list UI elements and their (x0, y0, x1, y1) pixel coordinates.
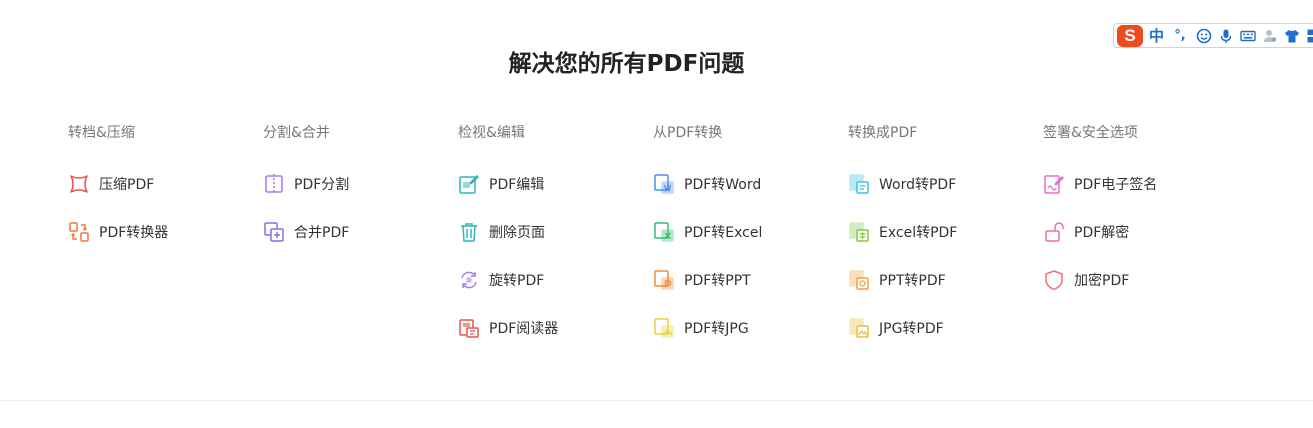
tool-label: 压缩PDF (99, 177, 155, 193)
tool-label: Excel转PDF (879, 225, 958, 241)
convert-icon (68, 221, 90, 243)
tool-column: 分割&合并 PDF分割合并PDF (263, 122, 453, 269)
split-icon (263, 173, 285, 195)
ime-punctuation-toggle[interactable]: °, (1170, 26, 1190, 46)
microphone-icon[interactable] (1217, 26, 1234, 46)
tool-link[interactable]: 合并PDF (263, 221, 453, 243)
tool-link[interactable]: PDF阅读器 (458, 317, 648, 339)
tool-link[interactable]: 旋转PDF (458, 269, 648, 291)
tool-link[interactable]: PDF转JPG (653, 317, 843, 339)
column-title: 签署&安全选项 (1043, 125, 1138, 141)
tool-label: PDF编辑 (489, 177, 545, 193)
compress-icon (68, 173, 90, 195)
unlock-icon (1043, 221, 1065, 243)
jpg-to-pdf-icon (848, 317, 870, 339)
tool-link[interactable]: PDF转Word (653, 173, 843, 195)
tool-column: 转换成PDF Word转PDF Excel转PDF PPT转PDF JPG转PDF (848, 122, 1038, 365)
reader-icon (458, 317, 480, 339)
tool-link[interactable]: PDF转Excel (653, 221, 843, 243)
keyboard-icon[interactable] (1239, 26, 1256, 46)
tool-label: PDF分割 (294, 177, 350, 193)
tool-label: PDF转PPT (684, 273, 751, 289)
tool-link[interactable]: PPT转PDF (848, 269, 1038, 291)
edit-icon (458, 173, 480, 195)
tool-label: Word转PDF (879, 177, 957, 193)
column-title: 转换成PDF (848, 125, 918, 141)
toolbox-grid-icon[interactable] (1305, 26, 1313, 46)
page: S 中 °, 解决您的所有PDF问题 转档&压缩 压缩PDF PDF转换器 分割&合并… (0, 0, 1313, 428)
tool-label: 加密PDF (1074, 273, 1130, 289)
tool-label: PPT转PDF (879, 273, 946, 289)
column-title: 从PDF转换 (653, 125, 723, 141)
tool-label: 删除页面 (489, 225, 545, 241)
pdf-to-excel-icon (653, 221, 675, 243)
ppt-to-pdf-icon (848, 269, 870, 291)
tool-link[interactable]: 删除页面 (458, 221, 648, 243)
rotate-icon (458, 269, 480, 291)
tool-label: PDF电子签名 (1074, 177, 1158, 193)
tool-link[interactable]: Word转PDF (848, 173, 1038, 195)
word-to-pdf-icon (848, 173, 870, 195)
pdf-to-ppt-icon (653, 269, 675, 291)
tool-link[interactable]: PDF电子签名 (1043, 173, 1233, 195)
tool-link[interactable]: PDF编辑 (458, 173, 648, 195)
signature-icon (1043, 173, 1065, 195)
column-title: 分割&合并 (263, 125, 330, 141)
tool-column: 签署&安全选项 PDF电子签名 PDF解密加密PDF (1043, 122, 1233, 317)
tool-label: PDF转换器 (99, 225, 169, 241)
merge-icon (263, 221, 285, 243)
tool-label: PDF阅读器 (489, 321, 559, 337)
tool-label: 合并PDF (294, 225, 350, 241)
tool-label: PDF解密 (1074, 225, 1130, 241)
shield-icon (1043, 269, 1065, 291)
tool-link[interactable]: PDF分割 (263, 173, 453, 195)
tool-column: 转档&压缩压缩PDF PDF转换器 (68, 122, 258, 269)
column-title: 转档&压缩 (68, 125, 135, 141)
user-icon[interactable] (1261, 26, 1278, 46)
tool-link[interactable]: Excel转PDF (848, 221, 1038, 243)
section-divider (0, 400, 1313, 401)
tool-label: 旋转PDF (489, 273, 545, 289)
tool-label: PDF转Word (684, 177, 762, 193)
page-title: 解决您的所有PDF问题 (508, 51, 745, 77)
trash-icon (458, 221, 480, 243)
tool-link[interactable]: 加密PDF (1043, 269, 1233, 291)
column-title: 检视&编辑 (458, 125, 525, 141)
tool-link[interactable]: PDF转换器 (68, 221, 258, 243)
tool-label: PDF转JPG (684, 321, 749, 337)
tool-label: PDF转Excel (684, 225, 763, 241)
tool-link[interactable]: PDF转PPT (653, 269, 843, 291)
tool-link[interactable]: JPG转PDF (848, 317, 1038, 339)
tool-label: JPG转PDF (879, 321, 944, 337)
tool-column: 从PDF转换 PDF转Word PDF转Excel PDF转PPT PDF转JPG (653, 122, 843, 365)
ime-language-toggle[interactable]: 中 (1148, 26, 1165, 46)
tool-link[interactable]: 压缩PDF (68, 173, 258, 195)
pdf-to-word-icon (653, 173, 675, 195)
tool-link[interactable]: PDF解密 (1043, 221, 1233, 243)
pdf-to-jpg-icon (653, 317, 675, 339)
skin-shirt-icon[interactable] (1283, 26, 1300, 46)
tool-column: 检视&编辑 PDF编辑删除页面旋转PDF PDF阅读器 (458, 122, 648, 365)
excel-to-pdf-icon (848, 221, 870, 243)
emoji-icon[interactable] (1195, 26, 1212, 46)
